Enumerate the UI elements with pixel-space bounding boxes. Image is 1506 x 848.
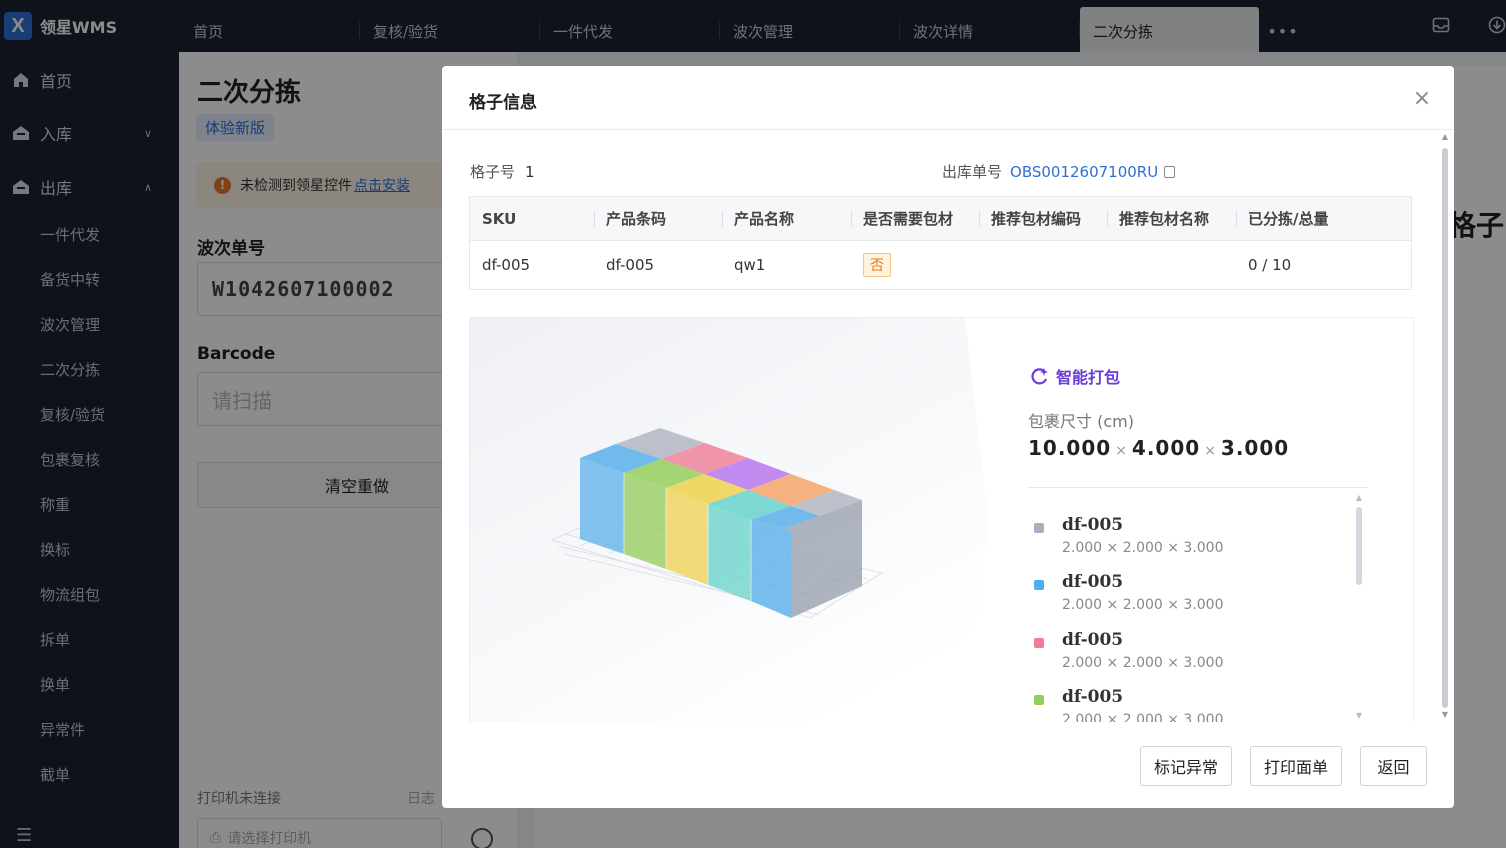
dialog-divider xyxy=(442,129,1454,130)
table-row: df-005 df-005 qw1 否 0 / 10 xyxy=(470,241,1411,289)
item-list-divider xyxy=(1028,487,1368,488)
scroll-down-icon[interactable]: ▼ xyxy=(1440,710,1450,719)
sorted-progress-cell: 0 / 10 xyxy=(1248,256,1292,274)
item-sku: df-005 xyxy=(1062,515,1124,535)
package-width: 4.000 xyxy=(1131,436,1201,460)
color-swatch xyxy=(1034,580,1044,590)
grid-info-dialog: 格子信息 × 格子号 1 出库单号 OBS0012607100RU SKU 产品条码… xyxy=(442,66,1454,808)
pack-name-cell xyxy=(1107,241,1236,289)
times-sign: × xyxy=(1204,443,1217,459)
item-size: 2.000 × 2.000 × 3.000 xyxy=(1062,712,1224,722)
package-size-label: 包裹尺寸 (cm) xyxy=(1028,412,1134,431)
times-sign: × xyxy=(1115,443,1128,459)
column-header: 是否需要包材 xyxy=(851,197,979,240)
item-size: 2.000 × 2.000 × 3.000 xyxy=(1062,597,1224,613)
smart-pack-panel: 智能打包 包裹尺寸 (cm) 10.000 × 4.000 × 3.000 df-005… xyxy=(469,317,1414,722)
item-size: 2.000 × 2.000 × 3.000 xyxy=(1062,655,1224,671)
grid-number: 格子号 1 xyxy=(470,161,535,182)
outbound-order: 出库单号 OBS0012607100RU xyxy=(942,161,1176,182)
column-header: 已分拣/总量 xyxy=(1236,197,1411,240)
grid-number-value: 1 xyxy=(525,163,535,181)
table-header: SKU 产品条码 产品名称 是否需要包材 推荐包材编码 推荐包材名称 已分拣/总… xyxy=(470,197,1411,241)
sku-table: SKU 产品条码 产品名称 是否需要包材 推荐包材编码 推荐包材名称 已分拣/总… xyxy=(469,196,1412,290)
column-header: 产品名称 xyxy=(722,197,851,240)
package-height: 3.000 xyxy=(1220,436,1290,460)
item-sku: df-005 xyxy=(1062,630,1124,650)
color-swatch xyxy=(1034,523,1044,533)
back-button[interactable]: 返回 xyxy=(1360,746,1427,786)
package-length: 10.000 xyxy=(1028,436,1112,460)
print-label-button[interactable]: 打印面单 xyxy=(1250,746,1342,786)
column-header: 推荐包材名称 xyxy=(1107,197,1236,240)
product-name-cell: qw1 xyxy=(734,256,766,274)
dialog-scrollbar[interactable]: ▲ ▼ xyxy=(1440,132,1450,722)
item-sku: df-005 xyxy=(1062,687,1124,707)
dialog-title: 格子信息 xyxy=(469,93,537,113)
scroll-up-icon[interactable]: ▲ xyxy=(1354,493,1364,502)
sku-cell: df-005 xyxy=(482,256,531,274)
smart-pack-label: 智能打包 xyxy=(1056,368,1121,387)
smart-pack-icon xyxy=(1031,368,1048,385)
package-dimensions: 10.000 × 4.000 × 3.000 xyxy=(1028,436,1289,460)
item-list-scrollbar[interactable]: ▲ ▼ xyxy=(1354,493,1364,722)
scroll-down-icon[interactable]: ▼ xyxy=(1354,711,1364,720)
item-size: 2.000 × 2.000 × 3.000 xyxy=(1062,540,1224,556)
scroll-up-icon[interactable]: ▲ xyxy=(1440,132,1450,141)
column-header: 推荐包材编码 xyxy=(979,197,1107,240)
outbound-order-link[interactable]: OBS0012607100RU xyxy=(1010,163,1158,181)
color-swatch xyxy=(1034,638,1044,648)
copy-icon[interactable] xyxy=(1164,166,1176,178)
outbound-order-label: 出库单号 xyxy=(942,163,1003,181)
package-3d-view[interactable] xyxy=(470,318,1414,722)
pack-code-cell xyxy=(979,241,1107,289)
need-packaging-tag: 否 xyxy=(863,253,891,277)
close-icon[interactable]: × xyxy=(1410,86,1434,111)
mark-exception-button[interactable]: 标记异常 xyxy=(1140,746,1232,786)
color-swatch xyxy=(1034,695,1044,705)
barcode-cell: df-005 xyxy=(606,256,655,274)
column-header: SKU xyxy=(482,209,517,228)
scrollbar-thumb[interactable] xyxy=(1442,148,1448,708)
need-packaging-cell: 否 xyxy=(851,241,979,289)
scrollbar-thumb[interactable] xyxy=(1356,507,1362,585)
grid-number-label: 格子号 xyxy=(470,163,516,181)
column-header: 产品条码 xyxy=(594,197,722,240)
smart-pack-title: 智能打包 xyxy=(1030,364,1120,388)
item-sku: df-005 xyxy=(1062,572,1124,592)
